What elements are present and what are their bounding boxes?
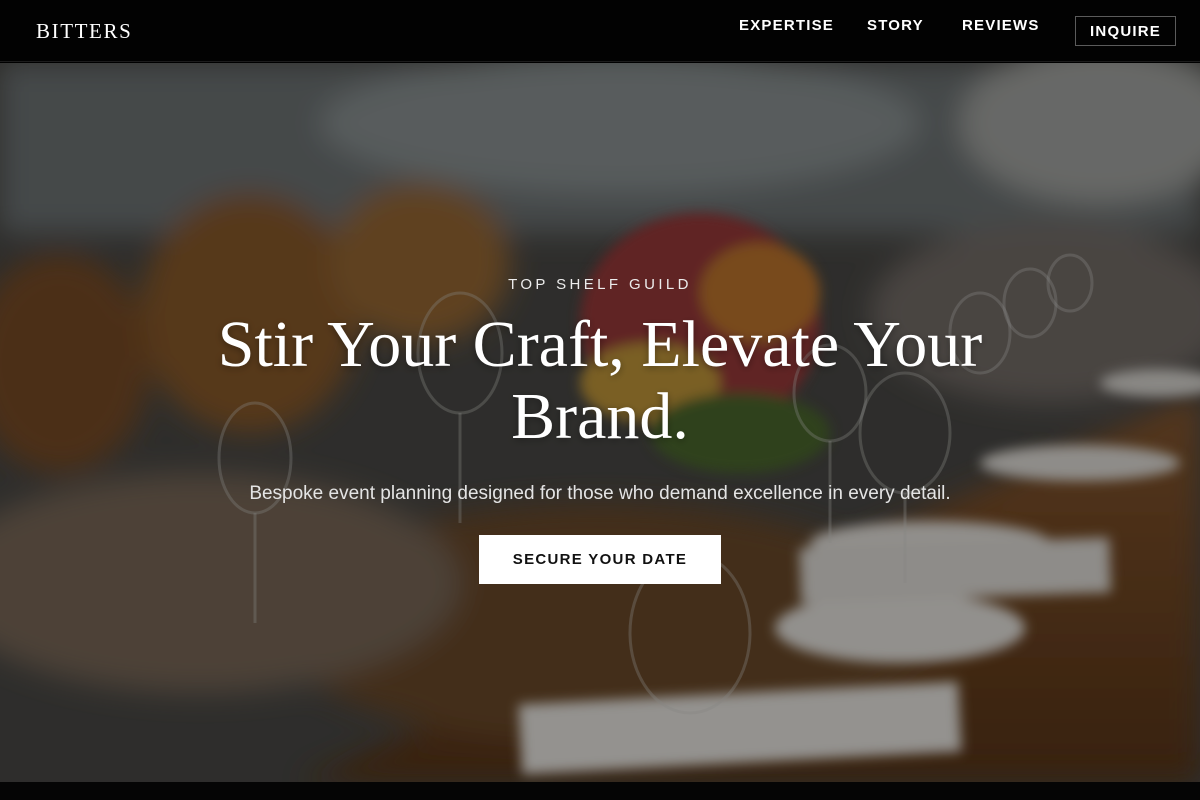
hero-section: TOP SHELF GUILD Stir Your Craft, Elevate… <box>0 63 1200 782</box>
next-section-edge <box>0 782 1200 800</box>
hero-content: TOP SHELF GUILD Stir Your Craft, Elevate… <box>0 63 1200 782</box>
nav-link-story[interactable]: STORY <box>867 17 924 34</box>
inquire-button[interactable]: INQUIRE <box>1075 16 1176 46</box>
brand-logo[interactable]: BITTERS <box>36 19 132 44</box>
top-navigation-bar: BITTERS EXPERTISE STORY REVIEWS INQUIRE <box>0 0 1200 62</box>
nav-link-reviews[interactable]: REVIEWS <box>962 17 1040 34</box>
hero-headline: Stir Your Craft, Elevate Your Brand. <box>217 308 983 453</box>
nav-link-expertise[interactable]: EXPERTISE <box>739 17 834 34</box>
secure-your-date-button[interactable]: SECURE YOUR DATE <box>479 535 721 584</box>
hero-subtitle: Bespoke event planning designed for thos… <box>249 483 951 504</box>
hero-eyebrow: TOP SHELF GUILD <box>508 276 692 293</box>
